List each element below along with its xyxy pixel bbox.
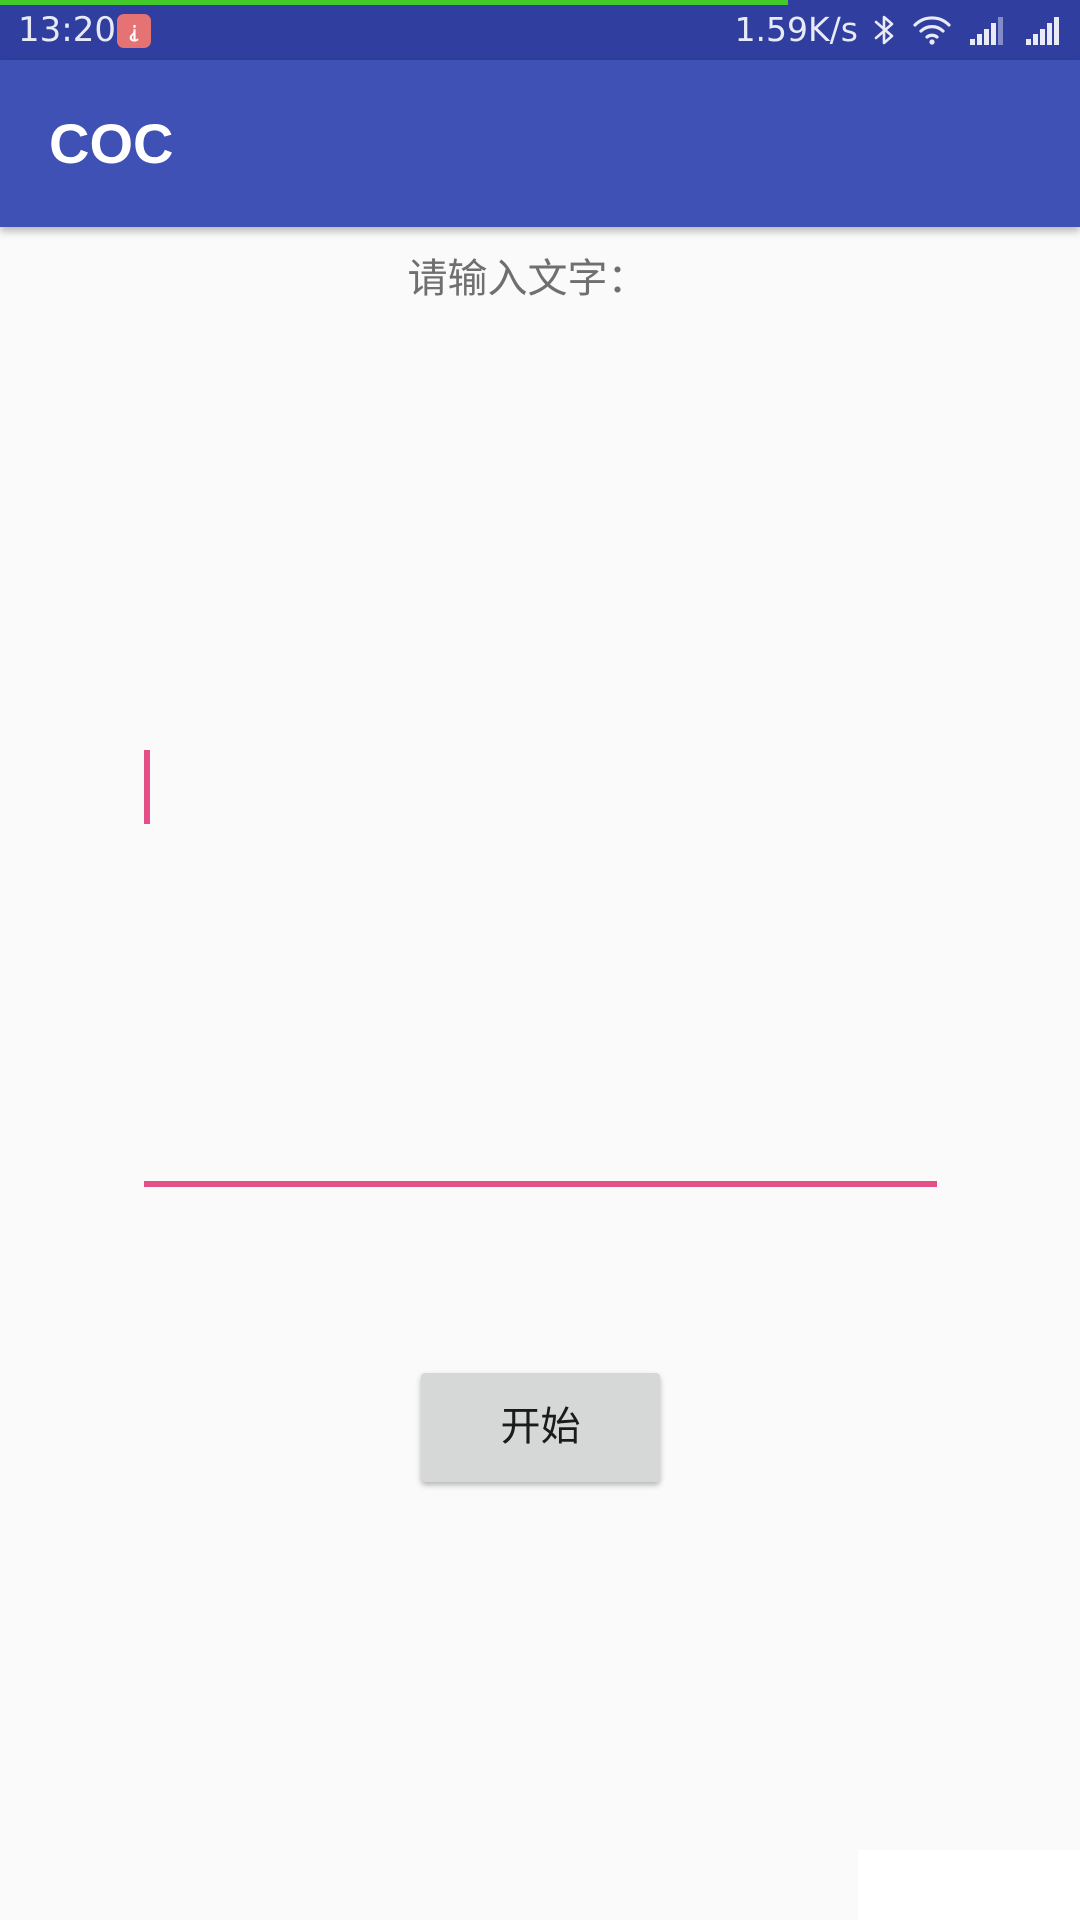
input-prompt-label: 请输入文字：	[407, 256, 648, 302]
text-cursor	[144, 750, 150, 824]
cell-signal-icon	[1026, 17, 1059, 45]
cell-signal-icon	[970, 17, 1003, 45]
screen-corner-patch	[858, 1850, 1080, 1920]
network-speed: 1.59K/s	[734, 10, 858, 49]
app-title: COC	[49, 112, 174, 175]
input-underline	[144, 1181, 937, 1187]
status-bar: 13:20 ⸘ 1.59K/s	[0, 0, 1080, 60]
page-load-progress-bar	[0, 0, 789, 5]
status-time: 13:20	[18, 10, 116, 50]
start-button[interactable]: 开始	[421, 1373, 660, 1482]
bluetooth-icon	[874, 15, 894, 45]
wifi-icon	[913, 16, 951, 45]
app-bar: COC	[0, 60, 1080, 227]
app-notification-icon: ⸘	[117, 14, 151, 48]
text-input[interactable]	[144, 300, 938, 1188]
